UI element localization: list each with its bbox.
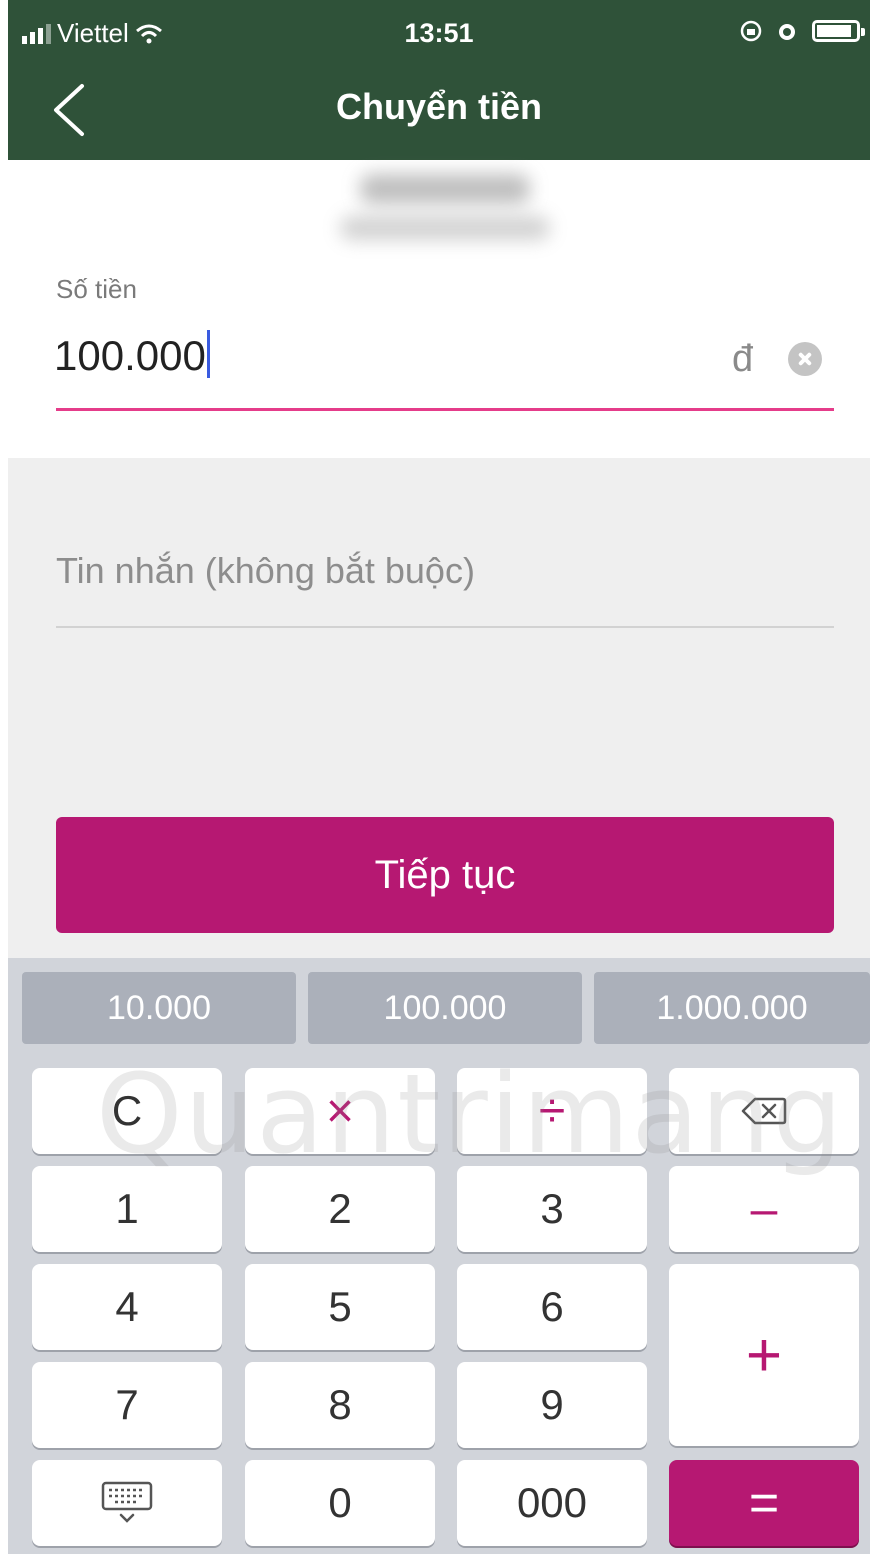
key-8[interactable]: 8	[245, 1362, 435, 1448]
recipient-info-blurred	[0, 160, 870, 260]
alarm-icon	[779, 24, 795, 40]
key-0[interactable]: 0	[245, 1460, 435, 1546]
key-multiply[interactable]: ×	[245, 1068, 435, 1154]
amount-input[interactable]: 100.000	[54, 330, 210, 380]
key-keyboard-toggle[interactable]	[32, 1460, 222, 1546]
key-equals[interactable]: =	[669, 1460, 859, 1546]
recipient-name-blurred	[360, 174, 530, 204]
quick-amount-100000[interactable]: 100.000	[308, 972, 582, 1044]
key-000[interactable]: 000	[457, 1460, 647, 1546]
battery-icon	[812, 20, 865, 42]
key-plus[interactable]: +	[669, 1264, 859, 1446]
message-underline	[56, 626, 834, 628]
backspace-icon	[741, 1097, 787, 1125]
key-9[interactable]: 9	[457, 1362, 647, 1448]
app-header: Viettel 13:51 Chuyển tiền	[8, 0, 870, 160]
calculator-keyboard: 10.000 100.000 1.000.000 C × ÷ 1 2 3 – 4…	[8, 958, 870, 1554]
keyboard-toggle-icon	[101, 1481, 153, 1523]
amount-label: Số tiền	[56, 274, 137, 304]
key-clear[interactable]: C	[32, 1068, 222, 1154]
quick-amount-1000000[interactable]: 1.000.000	[594, 972, 870, 1044]
key-divide[interactable]: ÷	[457, 1068, 647, 1154]
status-bar: Viettel 13:51	[8, 14, 870, 54]
key-3[interactable]: 3	[457, 1166, 647, 1252]
clear-amount-button[interactable]	[788, 342, 822, 376]
quick-amount-10000[interactable]: 10.000	[22, 972, 296, 1044]
status-right	[740, 20, 865, 42]
continue-button[interactable]: Tiếp tục	[56, 817, 834, 933]
key-6[interactable]: 6	[457, 1264, 647, 1350]
orientation-lock-icon	[740, 20, 762, 42]
key-1[interactable]: 1	[32, 1166, 222, 1252]
message-input[interactable]	[56, 536, 834, 606]
amount-underline	[56, 408, 834, 411]
key-5[interactable]: 5	[245, 1264, 435, 1350]
page-title: Chuyển tiền	[335, 86, 542, 127]
key-backspace[interactable]	[669, 1068, 859, 1154]
recipient-account-blurred	[340, 216, 550, 240]
key-minus[interactable]: –	[669, 1166, 859, 1252]
key-2[interactable]: 2	[245, 1166, 435, 1252]
amount-value: 100.000	[54, 332, 206, 379]
currency-symbol: đ	[732, 338, 754, 380]
key-4[interactable]: 4	[32, 1264, 222, 1350]
key-7[interactable]: 7	[32, 1362, 222, 1448]
text-caret	[206, 330, 210, 378]
